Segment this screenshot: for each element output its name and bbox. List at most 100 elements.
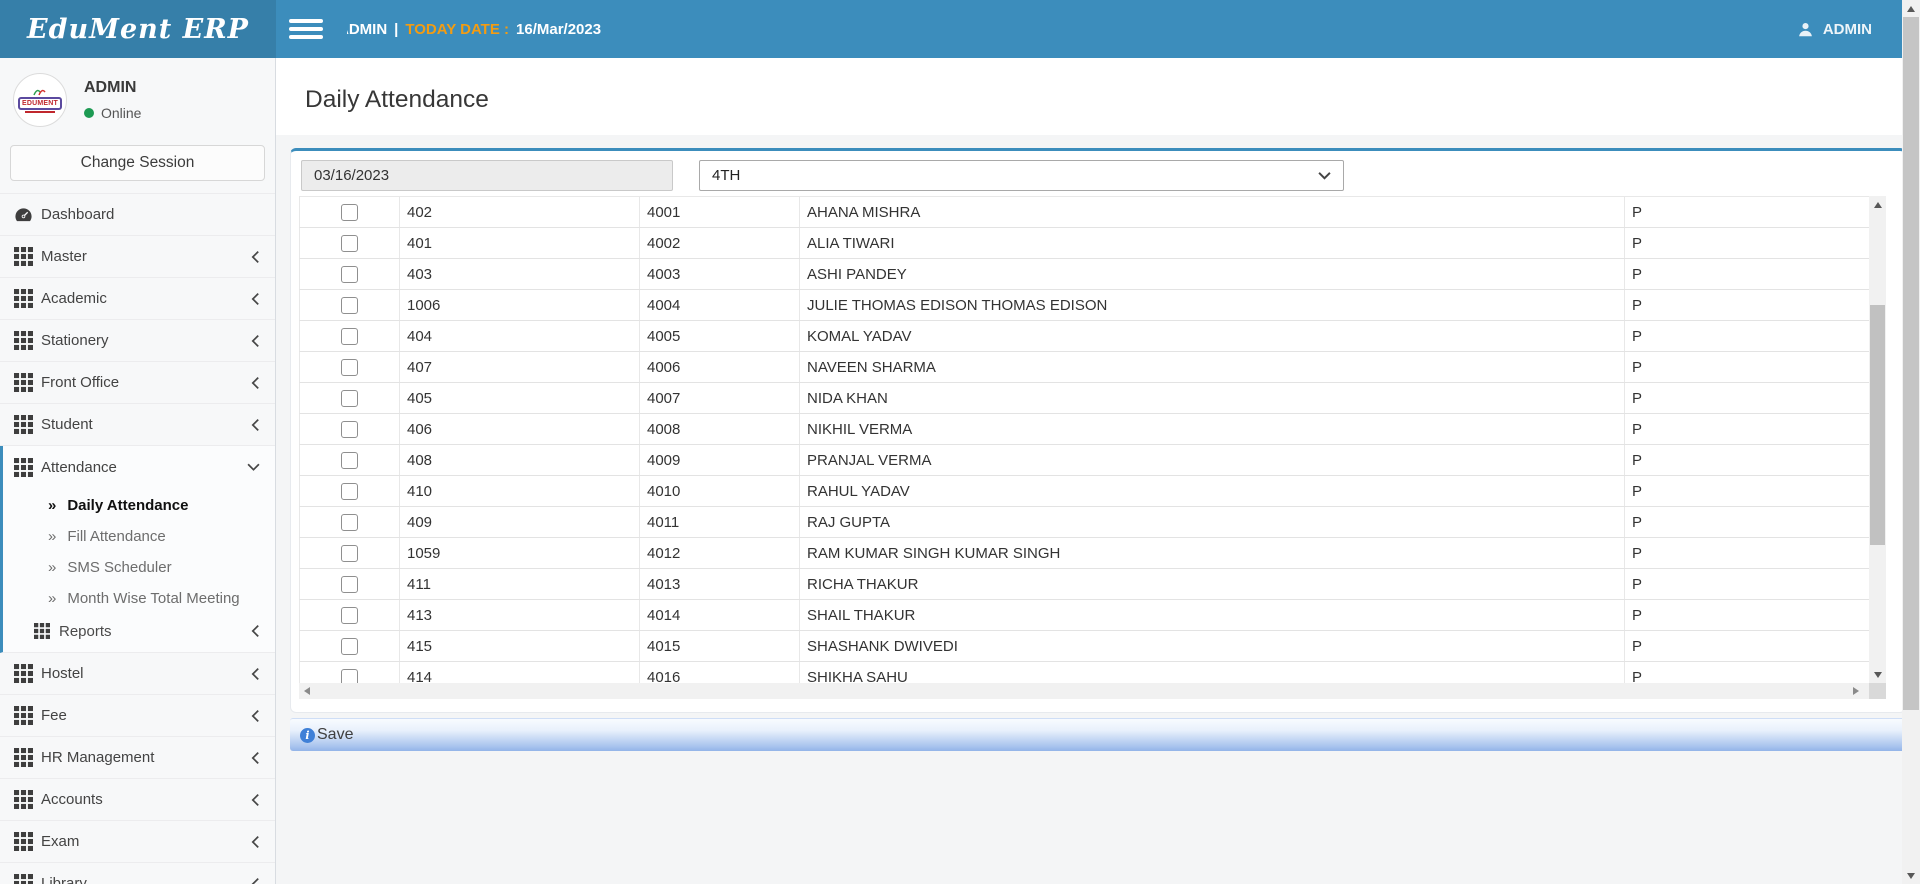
- account-menu[interactable]: ADMIN: [1797, 0, 1872, 58]
- chevron-left-icon: [251, 835, 260, 848]
- checkbox-cell: [300, 662, 399, 683]
- roll-no-cell: 406: [399, 414, 639, 444]
- sidebar-item-month-wise-total-meeting[interactable]: »Month Wise Total Meeting: [3, 583, 275, 614]
- sidebar-item-attendance[interactable]: Attendance: [3, 446, 275, 488]
- scroll-left-arrow[interactable]: [304, 687, 310, 695]
- page-scrollbar-thumb[interactable]: [1903, 17, 1919, 710]
- attendance-row-checkbox[interactable]: [341, 235, 358, 252]
- sidebar-item-master[interactable]: Master: [0, 236, 275, 278]
- top-navbar: ADMIN|TODAY DATE :16/Mar/2023 ADMIN: [276, 0, 1920, 58]
- sidebar-item-label: Fill Attendance: [67, 528, 165, 545]
- sidebar-item-label: Month Wise Total Meeting: [67, 590, 239, 607]
- attendance-row-checkbox[interactable]: [341, 266, 358, 283]
- checkbox-cell: [300, 321, 399, 351]
- sidebar-item-dashboard[interactable]: Dashboard: [0, 194, 275, 236]
- roll-no-cell: 403: [399, 259, 639, 289]
- marquee-date-value: 16/Mar/2023: [516, 21, 601, 38]
- page-scroll-down-arrow[interactable]: [1902, 867, 1920, 884]
- grid-icon: [14, 748, 41, 767]
- admission-no-cell: 4009: [639, 445, 799, 475]
- scroll-up-arrow[interactable]: [1869, 196, 1886, 213]
- user-icon: [1797, 21, 1814, 38]
- attendance-row-checkbox[interactable]: [341, 607, 358, 624]
- page-scroll-up-arrow[interactable]: [1902, 0, 1920, 17]
- chevron-left-icon: [251, 376, 260, 389]
- attendance-row-checkbox[interactable]: [341, 390, 358, 407]
- admission-no-cell: 4012: [639, 538, 799, 568]
- class-select[interactable]: 4TH: [699, 160, 1344, 191]
- student-name-cell: RAM KUMAR SINGH KUMAR SINGH: [799, 538, 1624, 568]
- sidebar-item-front-office[interactable]: Front Office: [0, 362, 275, 404]
- save-button[interactable]: i Save: [290, 718, 1906, 751]
- attendance-row-checkbox[interactable]: [341, 421, 358, 438]
- chevron-left-icon: [251, 877, 260, 884]
- sidebar-item-exam[interactable]: Exam: [0, 821, 275, 863]
- attendance-row-checkbox[interactable]: [341, 669, 358, 684]
- student-name-cell: SHIKHA SAHU: [799, 662, 1624, 683]
- table-vertical-scrollbar[interactable]: [1869, 196, 1886, 683]
- grid-icon: [14, 247, 41, 266]
- checkbox-cell: [300, 476, 399, 506]
- sidebar-item-reports[interactable]: Reports: [3, 614, 275, 648]
- table-scrollbar-thumb[interactable]: [1870, 305, 1885, 545]
- sidebar-item-label: Student: [41, 416, 93, 433]
- status-cell: P: [1624, 569, 1869, 599]
- status-cell: P: [1624, 228, 1869, 258]
- sidebar-item-accounts[interactable]: Accounts: [0, 779, 275, 821]
- attendance-row-checkbox[interactable]: [341, 204, 358, 221]
- chevron-left-icon: [251, 625, 260, 638]
- sidebar-item-label: Master: [41, 248, 87, 265]
- sidebar-item-fill-attendance[interactable]: »Fill Attendance: [3, 521, 275, 552]
- attendance-row-checkbox[interactable]: [341, 483, 358, 500]
- sidebar-item-label: Exam: [41, 833, 79, 850]
- attendance-row-checkbox[interactable]: [341, 514, 358, 531]
- attendance-row-checkbox[interactable]: [341, 452, 358, 469]
- student-name-cell: NIKHIL VERMA: [799, 414, 1624, 444]
- sidebar-item-fee[interactable]: Fee: [0, 695, 275, 737]
- scroll-right-arrow[interactable]: [1853, 687, 1859, 695]
- date-input[interactable]: [301, 160, 673, 191]
- grid-icon: [14, 706, 41, 725]
- student-name-cell: RAJ GUPTA: [799, 507, 1624, 537]
- checkbox-cell: [300, 197, 399, 227]
- admission-no-cell: 4016: [639, 662, 799, 683]
- sidebar-item-stationery[interactable]: Stationery: [0, 320, 275, 362]
- sidebar-item-daily-attendance[interactable]: »Daily Attendance: [3, 490, 275, 521]
- sidebar-item-sms-scheduler[interactable]: »SMS Scheduler: [3, 552, 275, 583]
- change-session-button[interactable]: Change Session: [10, 145, 265, 181]
- checkbox-cell: [300, 600, 399, 630]
- attendance-table-body: 4024001AHANA MISHRAP4014002ALIA TIWARIP4…: [299, 196, 1869, 683]
- attendance-row-checkbox[interactable]: [341, 638, 358, 655]
- sidebar-item-academic[interactable]: Academic: [0, 278, 275, 320]
- chevron-left-icon: [251, 250, 260, 263]
- hamburger-menu-icon[interactable]: [289, 19, 323, 39]
- sidebar-item-library[interactable]: Library: [0, 863, 275, 884]
- attendance-row-checkbox[interactable]: [341, 328, 358, 345]
- attendance-row-checkbox[interactable]: [341, 545, 358, 562]
- attendance-row-checkbox[interactable]: [341, 297, 358, 314]
- attendance-row-checkbox[interactable]: [341, 359, 358, 376]
- student-name-cell: PRANJAL VERMA: [799, 445, 1624, 475]
- checkbox-cell: [300, 445, 399, 475]
- sidebar-item-label: Library: [41, 875, 87, 884]
- brand-logo: EduMent ERP: [0, 0, 276, 58]
- status-cell: P: [1624, 538, 1869, 568]
- save-button-label: Save: [317, 726, 353, 744]
- table-horizontal-scrollbar[interactable]: [299, 683, 1886, 699]
- page-vertical-scrollbar[interactable]: [1902, 0, 1920, 884]
- avatar-logo-text: EDUMENT: [18, 97, 62, 110]
- roll-no-cell: 415: [399, 631, 639, 661]
- scroll-down-arrow[interactable]: [1869, 666, 1886, 683]
- chevron-down-icon: [247, 463, 260, 472]
- status-cell: P: [1624, 507, 1869, 537]
- sidebar-item-hostel[interactable]: Hostel: [0, 653, 275, 695]
- sidebar-item-hr-management[interactable]: HR Management: [0, 737, 275, 779]
- admission-no-cell: 4011: [639, 507, 799, 537]
- sidebar-item-label: Reports: [59, 623, 112, 640]
- roll-no-cell: 401: [399, 228, 639, 258]
- main-content: Daily Attendance 4TH 4024001AHANA MISHRA…: [276, 58, 1920, 884]
- grid-icon: [14, 832, 41, 851]
- sidebar-item-student[interactable]: Student: [0, 404, 275, 446]
- attendance-row-checkbox[interactable]: [341, 576, 358, 593]
- table-row: 4074006NAVEEN SHARMAP: [299, 352, 1869, 383]
